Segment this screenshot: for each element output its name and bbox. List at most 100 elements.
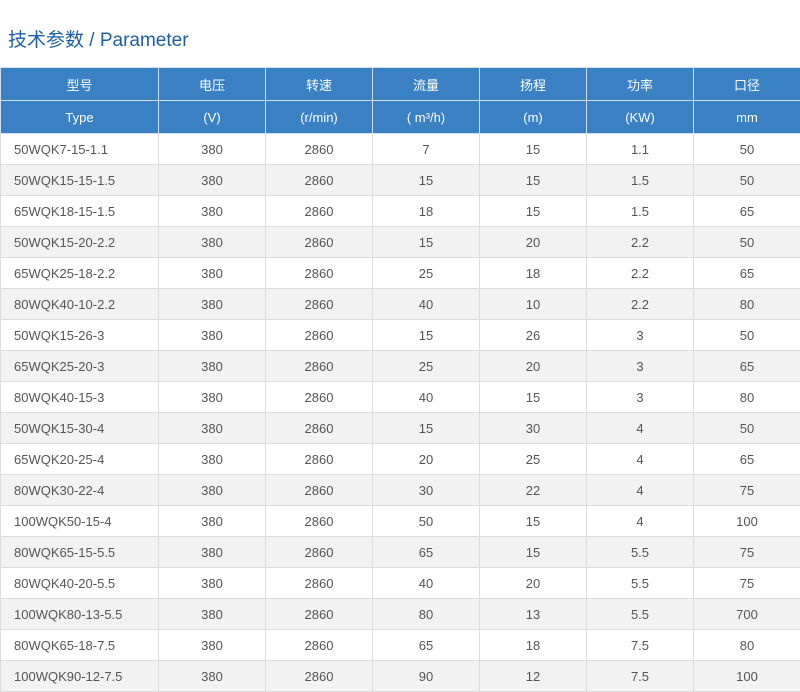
cell-voltage: 380 (158, 505, 266, 537)
page-title: 技术参数 / Parameter (8, 30, 189, 51)
cell-speed: 2860 (265, 226, 373, 258)
header-flow: 流量 (372, 67, 480, 101)
header-flow-unit: ( m³/h) (372, 100, 480, 134)
cell-model: 80WQK65-15-5.5 (0, 536, 159, 568)
cell-head: 15 (479, 381, 587, 413)
cell-flow: 40 (372, 381, 480, 413)
cell-flow: 40 (372, 288, 480, 320)
cell-power: 1.1 (586, 133, 694, 165)
cell-speed: 2860 (265, 350, 373, 382)
cell-diameter: 65 (693, 257, 800, 289)
cell-diameter: 80 (693, 629, 800, 661)
cell-head: 20 (479, 226, 587, 258)
cell-power: 5.5 (586, 567, 694, 599)
cell-diameter: 80 (693, 288, 800, 320)
cell-diameter: 65 (693, 195, 800, 227)
cell-speed: 2860 (265, 195, 373, 227)
cell-model: 50WQK15-20-2.2 (0, 226, 159, 258)
cell-power: 5.5 (586, 536, 694, 568)
cell-speed: 2860 (265, 443, 373, 475)
header-row-units: Type (V) (r/min) ( m³/h) (m) (KW) mm (0, 100, 800, 134)
cell-head: 25 (479, 443, 587, 475)
cell-speed: 2860 (265, 257, 373, 289)
cell-speed: 2860 (265, 474, 373, 506)
cell-speed: 2860 (265, 660, 373, 692)
cell-model: 65WQK20-25-4 (0, 443, 159, 475)
cell-power: 5.5 (586, 598, 694, 630)
cell-model: 100WQK50-15-4 (0, 505, 159, 537)
cell-power: 2.2 (586, 288, 694, 320)
cell-diameter: 50 (693, 133, 800, 165)
header-speed: 转速 (265, 67, 373, 101)
cell-diameter: 50 (693, 319, 800, 351)
header-model: 型号 (0, 67, 159, 101)
cell-flow: 25 (372, 257, 480, 289)
cell-model: 50WQK7-15-1.1 (0, 133, 159, 165)
cell-head: 30 (479, 412, 587, 444)
table-row: 80WQK40-15-3 380 2860 40 15 3 80 (0, 381, 800, 413)
cell-flow: 50 (372, 505, 480, 537)
cell-head: 13 (479, 598, 587, 630)
header-type-label: Type (0, 100, 159, 134)
cell-model: 80WQK30-22-4 (0, 474, 159, 506)
cell-head: 26 (479, 319, 587, 351)
cell-diameter: 75 (693, 567, 800, 599)
cell-flow: 65 (372, 536, 480, 568)
cell-model: 65WQK25-20-3 (0, 350, 159, 382)
table-row: 80WQK65-15-5.5 380 2860 65 15 5.5 75 (0, 536, 800, 568)
cell-model: 50WQK15-26-3 (0, 319, 159, 351)
cell-speed: 2860 (265, 505, 373, 537)
cell-flow: 15 (372, 226, 480, 258)
cell-power: 1.5 (586, 164, 694, 196)
cell-speed: 2860 (265, 598, 373, 630)
cell-speed: 2860 (265, 381, 373, 413)
table-body: 50WQK7-15-1.1 380 2860 7 15 1.1 50 50WQK15-15-1… (0, 133, 800, 692)
cell-diameter: 65 (693, 443, 800, 475)
cell-diameter: 100 (693, 505, 800, 537)
cell-model: 80WQK40-20-5.5 (0, 567, 159, 599)
cell-flow: 30 (372, 474, 480, 506)
table-row: 65WQK18-15-1.5 380 2860 18 15 1.5 65 (0, 195, 800, 227)
cell-head: 12 (479, 660, 587, 692)
cell-head: 15 (479, 536, 587, 568)
cell-flow: 15 (372, 412, 480, 444)
table-row: 65WQK25-20-3 380 2860 25 20 3 65 (0, 350, 800, 382)
table-row: 50WQK15-26-3 380 2860 15 26 3 50 (0, 319, 800, 351)
cell-voltage: 380 (158, 474, 266, 506)
table-row: 100WQK50-15-4 380 2860 50 15 4 100 (0, 505, 800, 537)
cell-diameter: 50 (693, 164, 800, 196)
cell-voltage: 380 (158, 412, 266, 444)
table-row: 50WQK15-20-2.2 380 2860 15 20 2.2 50 (0, 226, 800, 258)
table-row: 80WQK65-18-7.5 380 2860 65 18 7.5 80 (0, 629, 800, 661)
cell-diameter: 75 (693, 536, 800, 568)
cell-flow: 90 (372, 660, 480, 692)
cell-model: 80WQK65-18-7.5 (0, 629, 159, 661)
cell-flow: 15 (372, 319, 480, 351)
cell-diameter: 100 (693, 660, 800, 692)
table-row: 100WQK80-13-5.5 380 2860 80 13 5.5 700 (0, 598, 800, 630)
cell-head: 18 (479, 629, 587, 661)
cell-model: 80WQK40-15-3 (0, 381, 159, 413)
cell-model: 50WQK15-30-4 (0, 412, 159, 444)
cell-flow: 20 (372, 443, 480, 475)
cell-voltage: 380 (158, 350, 266, 382)
cell-voltage: 380 (158, 629, 266, 661)
parameter-table: 型号 电压 转速 流量 扬程 功率 口径 Type (V) (r/min) ( … (0, 67, 800, 692)
cell-head: 22 (479, 474, 587, 506)
cell-power: 7.5 (586, 660, 694, 692)
header-head: 扬程 (479, 67, 587, 101)
table-row: 50WQK15-30-4 380 2860 15 30 4 50 (0, 412, 800, 444)
cell-speed: 2860 (265, 536, 373, 568)
table-row: 80WQK30-22-4 380 2860 30 22 4 75 (0, 474, 800, 506)
cell-voltage: 380 (158, 226, 266, 258)
cell-voltage: 380 (158, 567, 266, 599)
cell-diameter: 65 (693, 350, 800, 382)
cell-voltage: 380 (158, 660, 266, 692)
cell-power: 4 (586, 443, 694, 475)
cell-power: 2.2 (586, 257, 694, 289)
header-speed-unit: (r/min) (265, 100, 373, 134)
cell-power: 4 (586, 474, 694, 506)
cell-voltage: 380 (158, 381, 266, 413)
header-diameter-unit: mm (693, 100, 800, 134)
cell-speed: 2860 (265, 288, 373, 320)
